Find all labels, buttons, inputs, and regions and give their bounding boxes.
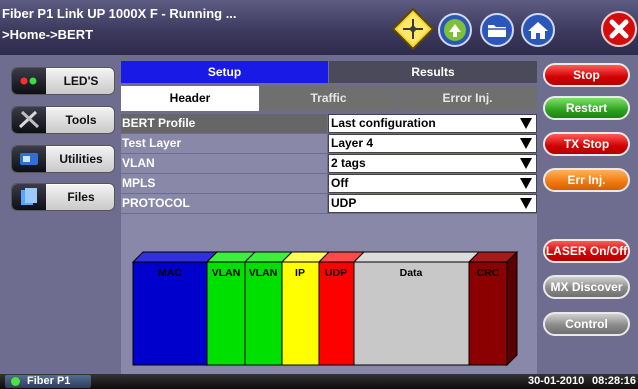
title-bar: Fiber P1 Link UP 1000X F - Running ... >…: [0, 0, 638, 55]
mpls-value: Off: [331, 176, 349, 190]
close-icon[interactable]: [600, 10, 638, 48]
bert-profile-label: BERT Profile: [121, 114, 327, 133]
frame-label-ip: IP: [295, 267, 305, 279]
frame-label-mac: MAC: [158, 267, 182, 279]
mx-discover-button[interactable]: MX Discover: [543, 275, 630, 299]
err-inj-button[interactable]: Err Inj.: [543, 168, 630, 192]
frame-label-vlan-1: VLAN: [212, 267, 241, 279]
frame-segment-mac: MAC: [131, 250, 219, 367]
signal-diamond-icon[interactable]: [392, 8, 434, 50]
files-icon: [12, 184, 46, 210]
dropdown-arrow-icon: [520, 138, 532, 149]
frame-label-vlan-2: VLAN: [249, 267, 278, 279]
app-window: Fiber P1 Link UP 1000X F - Running ... >…: [0, 0, 638, 389]
protocol-select[interactable]: UDP: [328, 194, 537, 213]
tab-traffic[interactable]: Traffic: [260, 86, 397, 111]
main-tab-bar: Setup Results: [121, 61, 537, 83]
tab-setup[interactable]: Setup: [121, 61, 328, 83]
port-status-indicator[interactable]: Fiber P1: [5, 375, 91, 388]
nav-tools-button[interactable]: Tools: [11, 106, 115, 134]
status-date: 30-01-2010: [528, 375, 585, 387]
sync-icon[interactable]: [437, 12, 473, 48]
dropdown-arrow-icon: [520, 118, 532, 129]
mpls-label: MPLS: [121, 174, 327, 193]
utilities-icon: [12, 146, 46, 172]
breadcrumb: >Home->BERT: [2, 27, 94, 42]
tx-stop-button[interactable]: TX Stop: [543, 132, 630, 156]
led-icon: [12, 68, 46, 94]
window-title: Fiber P1 Link UP 1000X F - Running ...: [2, 6, 237, 21]
folder-icon[interactable]: [479, 12, 515, 48]
setting-row-test-layer: Test Layer Layer 4: [121, 134, 537, 153]
status-bar: Fiber P1 30-01-2010 08:28:16: [0, 374, 638, 389]
vlan-label: VLAN: [121, 154, 327, 173]
tab-results[interactable]: Results: [329, 61, 537, 83]
setting-row-vlan: VLAN 2 tags: [121, 154, 537, 173]
frame-segment-crc: CRC: [467, 250, 519, 367]
restart-button[interactable]: Restart: [543, 96, 630, 120]
frame-label-data: Data: [400, 267, 423, 279]
mpls-select[interactable]: Off: [328, 174, 537, 193]
tab-header[interactable]: Header: [121, 86, 259, 111]
bert-profile-select[interactable]: Last configuration: [328, 114, 537, 133]
laser-on-off-button[interactable]: LASER On/Off: [543, 239, 630, 263]
setting-row-protocol: PROTOCOL UDP: [121, 194, 537, 213]
bert-profile-value: Last configuration: [331, 116, 436, 130]
nav-leds-button[interactable]: LED'S: [11, 67, 115, 95]
test-layer-select[interactable]: Layer 4: [328, 134, 537, 153]
nav-leds-label: LED'S: [63, 74, 99, 88]
nav-utilities-label: Utilities: [59, 152, 103, 166]
status-time: 08:28:16: [592, 375, 637, 387]
nav-files-label: Files: [67, 190, 95, 204]
home-icon[interactable]: [520, 12, 556, 48]
sub-tab-bar: Header Traffic Error Inj.: [121, 86, 537, 111]
setting-row-mpls: MPLS Off: [121, 174, 537, 193]
test-layer-label: Test Layer: [121, 134, 327, 153]
frame-segment-data: Data: [352, 251, 481, 366]
dropdown-arrow-icon: [520, 198, 532, 209]
nav-files-button[interactable]: Files: [11, 183, 115, 211]
protocol-label: PROTOCOL: [121, 194, 327, 213]
nav-utilities-button[interactable]: Utilities: [11, 145, 115, 173]
port-label: Fiber P1: [27, 375, 71, 387]
test-layer-value: Layer 4: [331, 136, 374, 150]
tab-error-inj[interactable]: Error Inj.: [398, 86, 537, 111]
link-status-dot-icon: [11, 377, 20, 386]
vlan-select[interactable]: 2 tags: [328, 154, 537, 173]
setting-row-bert-profile: BERT Profile Last configuration: [121, 114, 537, 133]
protocol-value: UDP: [331, 196, 357, 210]
nav-tools-label: Tools: [65, 113, 97, 127]
frame-label-crc: CRC: [477, 267, 500, 279]
frame-structure-diagram: MAC VLAN VLAN IP UDP Data CRC: [121, 214, 537, 374]
frame-label-udp: UDP: [325, 267, 347, 279]
vlan-value: 2 tags: [331, 156, 366, 170]
control-button[interactable]: Control: [543, 312, 630, 336]
dropdown-arrow-icon: [520, 158, 532, 169]
dropdown-arrow-icon: [520, 178, 532, 189]
stop-button[interactable]: Stop: [543, 63, 630, 87]
tools-icon: [12, 107, 46, 133]
